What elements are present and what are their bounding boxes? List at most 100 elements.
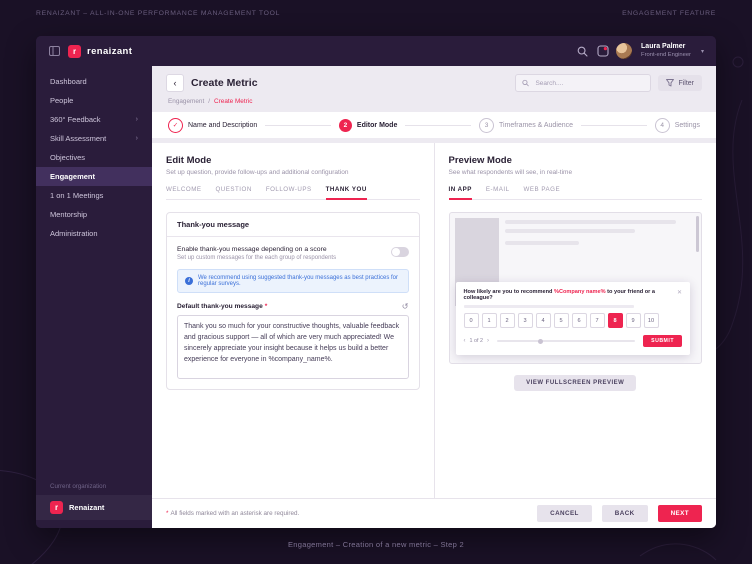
ribbon-left-text: RENAIZANT – ALL-IN-ONE PERFORMANCE MANAG… <box>36 10 281 17</box>
current-organization-label: Current organization <box>50 483 107 490</box>
search-icon <box>522 79 530 87</box>
page-next-icon[interactable]: › <box>487 338 489 344</box>
thank-you-card: Thank-you message Enable thank-you messa… <box>166 212 420 390</box>
message-field-label: Default thank-you message * <box>177 303 267 310</box>
step-label: Editor Mode <box>356 121 398 129</box>
view-fullscreen-preview-button[interactable]: VIEW FULLSCREEN PREVIEW <box>514 375 637 391</box>
user-menu[interactable]: Laura Palmer Front-end Engineer <box>641 43 691 58</box>
stepper-connector <box>405 124 471 126</box>
sidebar-item-skill-assessment[interactable]: Skill Assessment › <box>36 129 152 148</box>
notifications-icon[interactable] <box>596 45 609 58</box>
score-option-7[interactable]: 7 <box>589 313 605 328</box>
score-toggle-row: Enable thank-you message depending on a … <box>177 246 409 261</box>
stepper-step-3[interactable]: 3 Timeframes & Audience <box>479 117 574 133</box>
content-footer: * All fields marked with an asterisk are … <box>152 498 716 528</box>
stepper-step-2[interactable]: 2 Editor Mode <box>338 118 398 132</box>
required-note-text: All fields marked with an asterisk are r… <box>170 510 300 517</box>
score-option-3[interactable]: 3 <box>517 313 533 328</box>
score-option-8-selected[interactable]: 8 <box>607 313 623 328</box>
message-label-text: Default thank-you message <box>177 303 263 310</box>
step-check-icon: ✓ <box>168 117 183 133</box>
organization-switcher[interactable]: r Renaizant <box>36 495 152 520</box>
next-button[interactable]: NEXT <box>657 505 702 522</box>
window-body: Dashboard People 360° Feedback › Skill A… <box>36 66 716 528</box>
sidebar-item-label: Objectives <box>50 153 86 162</box>
skeleton-line <box>504 241 580 245</box>
score-scale: 0 1 2 3 4 5 6 7 8 9 10 <box>463 313 683 328</box>
chevron-down-icon[interactable]: ▾ <box>701 48 704 55</box>
sidebar-item-engagement[interactable]: Engagement <box>36 167 152 186</box>
page-caption: Engagement – Creation of a new metric – … <box>288 540 464 549</box>
sidebar-item-label: 360° Feedback <box>50 115 101 124</box>
edit-mode-title: Edit Mode <box>166 155 212 166</box>
tab-welcome[interactable]: WELCOME <box>166 186 201 199</box>
search-input[interactable] <box>533 78 645 88</box>
score-option-0[interactable]: 0 <box>463 313 479 328</box>
message-field-row: Default thank-you message * ↺ <box>177 302 409 311</box>
sidebar-item-mentorship[interactable]: Mentorship <box>36 205 152 224</box>
sidebar-item-360-feedback[interactable]: 360° Feedback › <box>36 110 152 129</box>
tab-e-mail[interactable]: E-MAIL <box>486 186 510 199</box>
score-option-4[interactable]: 4 <box>535 313 551 328</box>
close-icon[interactable]: ✕ <box>677 289 682 296</box>
score-toggle-label: Enable thank-you message depending on a … <box>177 246 327 253</box>
tab-web-page[interactable]: WEB PAGE <box>524 186 561 199</box>
back-button-footer[interactable]: BACK <box>601 505 648 522</box>
preview-mode-panel: Preview Mode See what respondents will s… <box>435 143 717 498</box>
tab-follow-ups[interactable]: FOLLOW-UPS <box>266 186 312 199</box>
breadcrumb-parent[interactable]: Engagement <box>168 98 204 105</box>
sidebar-bottom: Current organization r Renaizant <box>36 483 152 528</box>
cancel-button[interactable]: CANCEL <box>537 505 592 522</box>
tab-thank-you[interactable]: THANK YOU <box>325 186 367 200</box>
progress-dot[interactable] <box>538 338 544 344</box>
step-label: Name and Description <box>188 121 258 129</box>
sidebar-item-1on1-meetings[interactable]: 1 on 1 Meetings <box>36 186 152 205</box>
filter-button[interactable]: Filter <box>658 75 702 91</box>
back-button[interactable]: ‹ <box>166 74 184 92</box>
brand-logo-icon: r <box>68 44 81 58</box>
score-option-5[interactable]: 5 <box>553 313 569 328</box>
search-icon[interactable] <box>576 45 589 58</box>
sidebar-item-objectives[interactable]: Objectives <box>36 148 152 167</box>
page-prev-icon[interactable]: ‹ <box>464 338 466 344</box>
page-ribbon: RENAIZANT – ALL-IN-ONE PERFORMANCE MANAG… <box>36 10 716 17</box>
edit-tabs: WELCOME QUESTION FOLLOW-UPS THANK YOU <box>166 186 420 200</box>
thank-you-card-body: Enable thank-you message depending on a … <box>167 237 419 389</box>
stepper-connector <box>581 124 647 126</box>
score-toggle-text: Enable thank-you message depending on a … <box>177 246 383 261</box>
score-option-10[interactable]: 10 <box>643 313 659 328</box>
filter-icon <box>666 79 675 87</box>
brand-wordmark: renaizant <box>87 45 133 57</box>
question-hint-skeleton <box>463 305 634 308</box>
score-toggle[interactable] <box>390 247 409 257</box>
tab-in-app[interactable]: IN APP <box>448 186 472 200</box>
skeleton-line <box>504 220 677 224</box>
score-option-9[interactable]: 9 <box>625 313 641 328</box>
user-name: Laura Palmer <box>641 43 686 51</box>
score-option-6[interactable]: 6 <box>571 313 587 328</box>
reset-icon[interactable]: ↺ <box>402 302 409 311</box>
required-asterisk: * <box>264 303 268 310</box>
preview-scrollbar[interactable] <box>696 216 699 252</box>
organization-name: Renaizant <box>69 503 105 512</box>
ribbon-right-text: ENGAGEMENT FEATURE <box>622 10 716 17</box>
sidebar-item-administration[interactable]: Administration <box>36 224 152 243</box>
main-content: ‹ Create Metric Filter Engagement / <box>152 66 716 528</box>
submit-button[interactable]: SUBMIT <box>643 335 682 347</box>
sidebar-item-dashboard[interactable]: Dashboard <box>36 72 152 91</box>
score-option-1[interactable]: 1 <box>481 313 497 328</box>
score-toggle-hint: Set up custom messages for the each grou… <box>177 255 337 261</box>
survey-modal: How likely are you to recommend %Company… <box>455 282 690 355</box>
thank-you-message-textarea[interactable]: Thank you so much for your constructive … <box>177 315 409 379</box>
tab-question[interactable]: QUESTION <box>215 186 251 199</box>
avatar[interactable] <box>616 43 633 59</box>
step-label: Timeframes & Audience <box>499 121 574 129</box>
sidebar-toggle-icon[interactable] <box>48 45 61 58</box>
sidebar-item-people[interactable]: People <box>36 91 152 110</box>
stepper-step-1[interactable]: ✓ Name and Description <box>168 117 258 133</box>
preview-tabs: IN APP E-MAIL WEB PAGE <box>448 186 702 200</box>
sidebar-item-label: Mentorship <box>50 210 88 219</box>
stepper-step-4[interactable]: 4 Settings <box>654 117 700 133</box>
stage: RENAIZANT – ALL-IN-ONE PERFORMANCE MANAG… <box>0 0 752 564</box>
score-option-2[interactable]: 2 <box>499 313 515 328</box>
